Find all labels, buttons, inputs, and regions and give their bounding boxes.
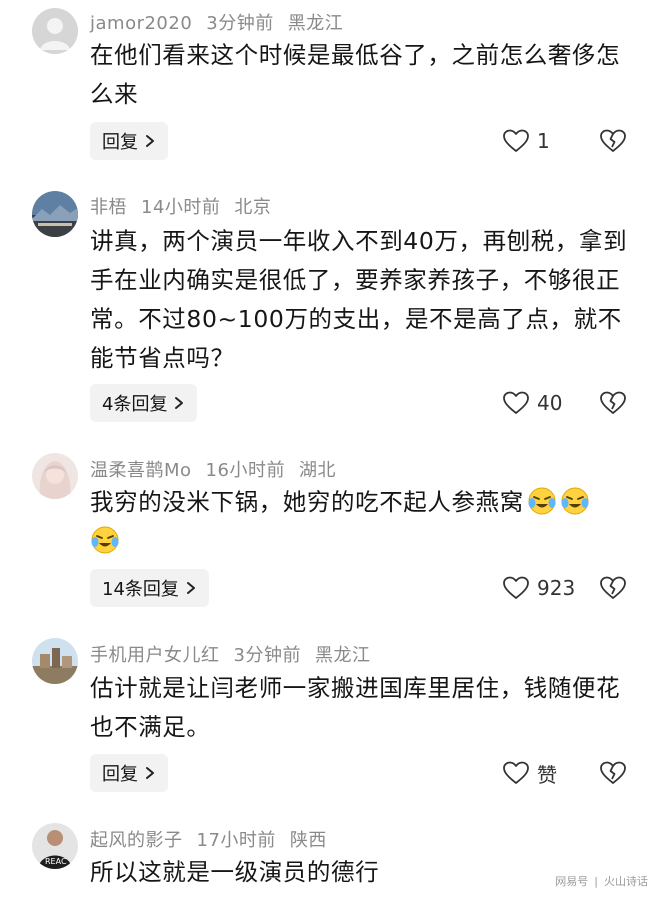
chevron-right-icon xyxy=(185,581,197,595)
broken-heart-icon xyxy=(600,761,626,784)
chevron-right-icon xyxy=(144,134,156,148)
watermark-left: 网易号 xyxy=(555,875,589,888)
svg-text:REAC: REAC xyxy=(45,857,67,866)
username[interactable]: 起风的影子 xyxy=(90,830,183,851)
reply-label: 14条回复 xyxy=(102,579,179,600)
watermark-right: 火山诗话 xyxy=(604,875,648,888)
avatar[interactable] xyxy=(32,453,78,499)
location: 北京 xyxy=(234,197,272,218)
reply-button[interactable]: 回复 xyxy=(90,122,168,160)
reply-label: 回复 xyxy=(102,132,138,153)
timestamp: 16小时前 xyxy=(205,460,285,481)
reply-label: 4条回复 xyxy=(102,394,168,415)
watermark-divider: | xyxy=(594,874,598,888)
comment-meta: jamor2020 3分钟前 黑龙江 xyxy=(90,9,357,35)
like-button[interactable]: 赞 xyxy=(503,758,557,788)
location: 湖北 xyxy=(298,460,336,481)
heart-outline-icon xyxy=(503,576,529,599)
reply-button[interactable]: 4条回复 xyxy=(90,384,198,422)
comment-meta: 手机用户女儿红 3分钟前 黑龙江 xyxy=(90,641,384,667)
avatar[interactable] xyxy=(32,8,78,54)
like-button[interactable]: 923 xyxy=(503,573,575,603)
heart-outline-icon xyxy=(503,391,529,414)
like-count: 赞 xyxy=(537,762,557,787)
dislike-button[interactable] xyxy=(600,761,626,785)
like-button[interactable]: 40 xyxy=(503,388,562,418)
crying-laugh-emoji xyxy=(560,486,590,516)
timestamp: 3分钟前 xyxy=(233,645,301,666)
avatar[interactable] xyxy=(32,638,78,684)
timestamp: 17小时前 xyxy=(196,830,276,851)
dislike-button[interactable] xyxy=(600,576,626,600)
reply-button[interactable]: 14条回复 xyxy=(90,569,209,607)
reply-button[interactable]: 回复 xyxy=(90,754,168,792)
comment-meta: 非梧 14小时前 北京 xyxy=(90,193,285,219)
broken-heart-icon xyxy=(600,391,626,414)
username[interactable]: 温柔喜鹊Mo xyxy=(90,460,192,481)
dislike-button[interactable] xyxy=(600,391,626,415)
comment-text: 在他们看来这个时候是最低谷了，之前怎么奢侈怎么来 xyxy=(90,41,621,108)
comment-text: 所以这就是一级演员的德行 xyxy=(90,858,380,886)
username[interactable]: 非梧 xyxy=(90,197,127,218)
broken-heart-icon xyxy=(600,129,626,152)
comment-text: 讲真，两个演员一年收入不到40万，再刨税，拿到手在业内确实是很低了，要养家养孩子… xyxy=(90,227,628,372)
comment-text: 我穷的没米下锅，她穷的吃不起人参燕窝 xyxy=(90,483,635,561)
like-count: 923 xyxy=(537,576,576,600)
location: 黑龙江 xyxy=(287,13,344,34)
comment-meta: 起风的影子 17小时前 陕西 xyxy=(90,826,341,852)
reply-label: 回复 xyxy=(102,764,138,785)
timestamp: 14小时前 xyxy=(141,197,221,218)
comment-text: 估计就是让闫老师一家搬进国库里居住，钱随便花也不满足。 xyxy=(90,674,621,741)
chevron-right-icon xyxy=(144,766,156,780)
location: 陕西 xyxy=(289,830,327,851)
like-count: 1 xyxy=(537,129,550,153)
chevron-right-icon xyxy=(173,396,185,410)
watermark: 网易号 | 火山诗话 xyxy=(555,873,648,889)
timestamp: 3分钟前 xyxy=(206,13,274,34)
comment-text-body: 我穷的没米下锅，她穷的吃不起人参燕窝 xyxy=(90,488,524,516)
broken-heart-icon xyxy=(600,576,626,599)
like-count: 40 xyxy=(537,391,563,415)
location: 黑龙江 xyxy=(314,645,371,666)
dislike-button[interactable] xyxy=(600,129,626,153)
username[interactable]: jamor2020 xyxy=(90,13,192,34)
heart-outline-icon xyxy=(503,761,529,784)
avatar[interactable]: REAC xyxy=(32,823,78,869)
comment-meta: 温柔喜鹊Mo 16小时前 湖北 xyxy=(90,456,350,482)
crying-laugh-emoji xyxy=(527,486,557,516)
heart-outline-icon xyxy=(503,129,529,152)
like-button[interactable]: 1 xyxy=(503,126,550,156)
username[interactable]: 手机用户女儿红 xyxy=(90,645,220,666)
avatar[interactable] xyxy=(32,191,78,237)
crying-laugh-emoji xyxy=(90,525,120,555)
